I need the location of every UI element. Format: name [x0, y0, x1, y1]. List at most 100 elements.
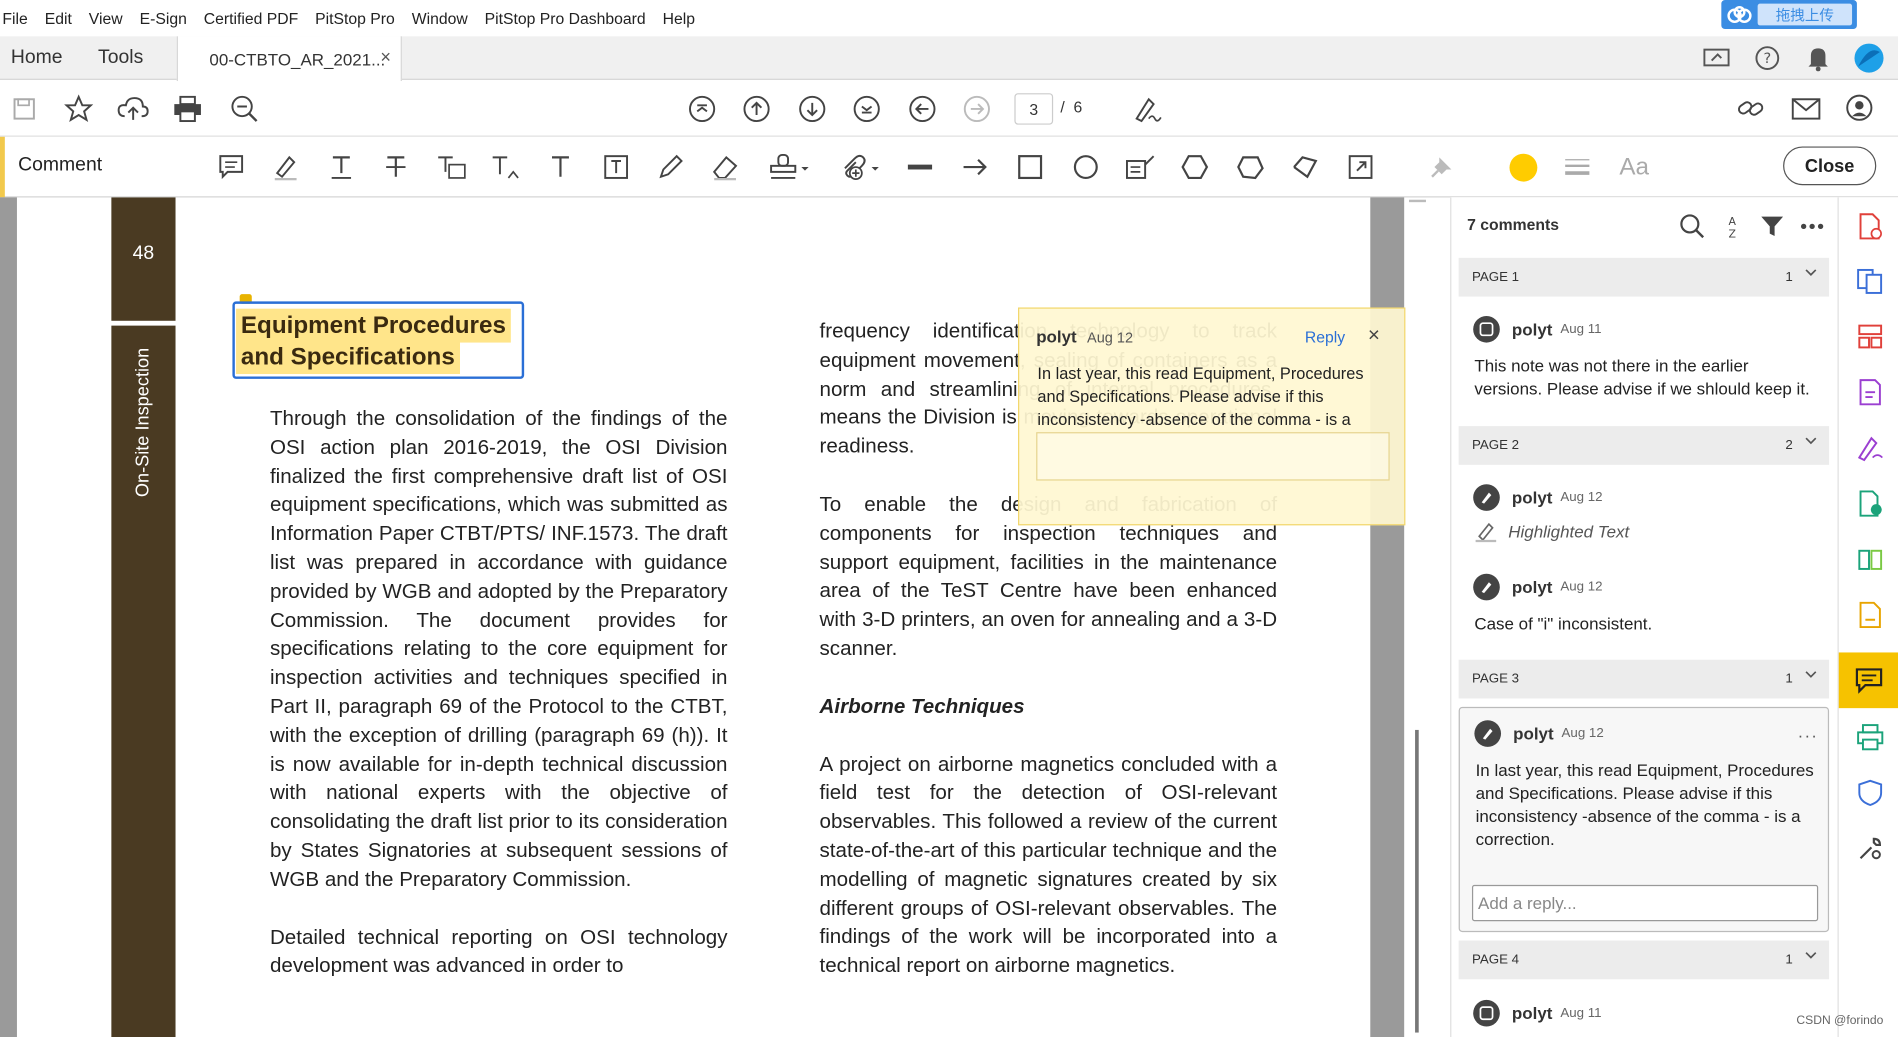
rectangle-icon[interactable]: [1012, 149, 1048, 185]
menu-help[interactable]: Help: [663, 9, 695, 27]
line-icon[interactable]: [902, 149, 938, 185]
expand-icon[interactable]: [1342, 149, 1378, 185]
chevron-down-icon[interactable]: [1805, 435, 1817, 450]
search-icon[interactable]: [1677, 211, 1708, 242]
prev-page-icon[interactable]: [738, 91, 774, 127]
comment-item[interactable]: polyt Aug 11: [1459, 999, 1829, 1036]
popup-close-icon[interactable]: ×: [1368, 323, 1380, 347]
page-group-2[interactable]: PAGE 2 2: [1458, 426, 1830, 465]
create-pdf-icon[interactable]: [1853, 209, 1887, 243]
comment-item[interactable]: polyt Aug 12 Highlighted Text: [1459, 484, 1829, 557]
scrollbar-thumb[interactable]: [1415, 729, 1419, 1033]
attach-file-icon[interactable]: [835, 149, 883, 185]
tab-home[interactable]: Home: [11, 36, 63, 80]
add-text-icon[interactable]: [542, 149, 578, 185]
polyline-icon[interactable]: [1287, 149, 1323, 185]
popup-reply-field[interactable]: [1036, 432, 1390, 481]
stamp-icon[interactable]: [765, 149, 813, 185]
edit-pdf-icon[interactable]: [1853, 375, 1887, 409]
highlight-icon[interactable]: [268, 149, 304, 185]
forward-icon[interactable]: [959, 91, 995, 127]
share-screen-icon[interactable]: [1700, 41, 1734, 75]
color-picker[interactable]: [1509, 153, 1538, 182]
cloud-upload-icon[interactable]: [115, 91, 151, 127]
upload-badge[interactable]: 拖拽上传: [1721, 0, 1857, 30]
comment-tool-icon[interactable]: [1838, 652, 1898, 709]
page-number-input[interactable]: 3: [1014, 93, 1054, 125]
zoom-search-icon[interactable]: [226, 91, 262, 127]
polygon-icon[interactable]: [1177, 149, 1213, 185]
sticky-note-icon[interactable]: [213, 149, 249, 185]
pin-icon[interactable]: [1424, 149, 1460, 185]
print-production-icon[interactable]: [1853, 720, 1887, 754]
strikethrough-icon[interactable]: [378, 149, 414, 185]
close-tab-icon[interactable]: ×: [380, 47, 391, 68]
page-group-1[interactable]: PAGE 1 1: [1458, 257, 1830, 297]
underline-text-icon[interactable]: [323, 149, 359, 185]
sort-icon[interactable]: AZ: [1716, 211, 1747, 242]
comment-item[interactable]: polyt Aug 12 Case of "i" inconsistent.: [1459, 573, 1829, 647]
star-icon[interactable]: [61, 91, 97, 127]
oval-icon[interactable]: [1068, 149, 1104, 185]
menu-file[interactable]: File: [2, 9, 27, 27]
eraser-icon[interactable]: [707, 149, 743, 185]
add-user-icon[interactable]: [1842, 91, 1878, 127]
fill-sign-icon[interactable]: [1853, 431, 1887, 465]
cloud-shape-icon[interactable]: [1232, 149, 1268, 185]
export-pdf-icon[interactable]: [1853, 487, 1887, 521]
more-tools-wrench-icon[interactable]: [1853, 832, 1887, 866]
compare-icon[interactable]: [1853, 542, 1887, 576]
menu-certified-pdf[interactable]: Certified PDF: [204, 9, 298, 27]
comment-more-icon[interactable]: ···: [1798, 725, 1819, 744]
tab-document[interactable]: 00-CTBTO_AR_2021... ×: [176, 36, 402, 82]
selected-comment-card[interactable]: polyt Aug 12 ··· In last year, this read…: [1458, 706, 1830, 933]
last-page-icon[interactable]: [849, 91, 885, 127]
comment-item[interactable]: polyt Aug 11 This note was not there in …: [1459, 315, 1829, 413]
more-options-icon[interactable]: [1796, 211, 1827, 242]
document-scrollbar[interactable]: [1404, 197, 1451, 1037]
pencil-icon[interactable]: [652, 149, 688, 185]
sign-pen-icon[interactable]: [1129, 91, 1165, 127]
organize-pages-icon[interactable]: [1853, 320, 1887, 354]
menu-pitstop-pro[interactable]: PitStop Pro: [315, 9, 395, 27]
protect-shield-icon[interactable]: [1853, 776, 1887, 810]
avatar[interactable]: [1852, 41, 1886, 75]
tab-tools[interactable]: Tools: [98, 36, 143, 80]
request-signature-icon[interactable]: [1853, 598, 1887, 632]
help-icon[interactable]: ?: [1750, 41, 1784, 75]
next-page-icon[interactable]: [794, 91, 830, 127]
page-total: / 6: [1060, 98, 1082, 116]
menu-edit[interactable]: Edit: [45, 9, 72, 27]
bell-icon[interactable]: [1801, 41, 1835, 75]
menu-esign[interactable]: E-Sign: [140, 9, 187, 27]
print-icon[interactable]: [169, 91, 205, 127]
text-box-icon[interactable]: [598, 149, 634, 185]
replace-text-icon[interactable]: [433, 149, 469, 185]
menu-view[interactable]: View: [89, 9, 123, 27]
reply-input[interactable]: Add a reply...: [1471, 884, 1819, 922]
insert-text-icon[interactable]: [488, 149, 524, 185]
link-icon[interactable]: [1733, 91, 1769, 127]
comment-date: Aug 12: [1561, 726, 1604, 741]
filter-icon[interactable]: [1756, 211, 1787, 242]
chevron-down-icon[interactable]: [1805, 949, 1817, 964]
page-group-4[interactable]: PAGE 4 1: [1458, 940, 1830, 980]
save-icon[interactable]: [6, 91, 42, 127]
arrow-icon[interactable]: [958, 149, 994, 185]
popup-reply-link[interactable]: Reply: [1305, 328, 1345, 346]
page-group-3[interactable]: PAGE 3 1: [1458, 659, 1830, 699]
menu-window[interactable]: Window: [412, 9, 468, 27]
chevron-down-icon[interactable]: [1805, 668, 1817, 683]
line-weight-icon[interactable]: [1559, 149, 1595, 185]
email-icon[interactable]: [1788, 91, 1824, 127]
close-comment-button[interactable]: Close: [1783, 146, 1877, 186]
page-group-label: PAGE 4: [1471, 952, 1520, 968]
comment-popup[interactable]: polyt Aug 12 Reply × In last year, this …: [1018, 307, 1406, 526]
first-page-icon[interactable]: [684, 91, 720, 127]
menu-pitstop-dashboard[interactable]: PitStop Pro Dashboard: [485, 9, 646, 27]
chevron-down-icon[interactable]: [1805, 266, 1817, 281]
combine-files-icon[interactable]: [1853, 264, 1887, 298]
callout-icon[interactable]: [1122, 149, 1158, 185]
back-icon[interactable]: [904, 91, 940, 127]
text-properties-icon[interactable]: Aa: [1614, 149, 1655, 185]
